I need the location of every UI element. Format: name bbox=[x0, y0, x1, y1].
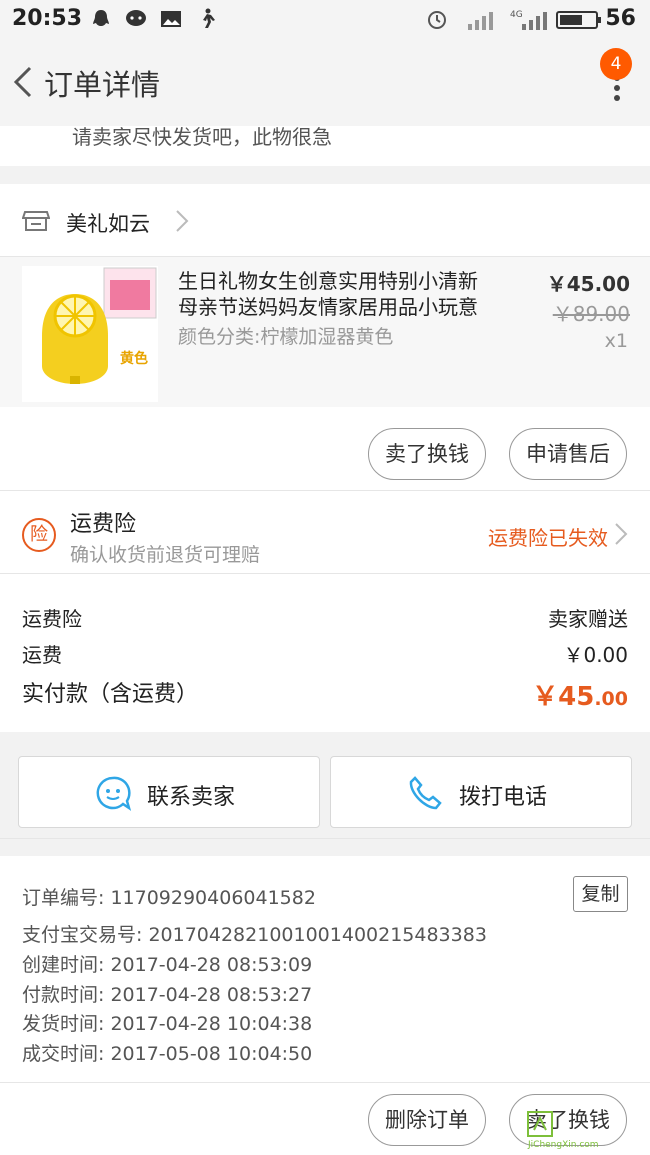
summary-value-insurance: 卖家赠送 bbox=[548, 607, 628, 631]
delete-order-button[interactable]: 删除订单 bbox=[368, 1094, 486, 1146]
product-image[interactable]: 黄色 bbox=[22, 266, 158, 402]
watermark-text: JiChengXin.com bbox=[528, 1140, 599, 1150]
product-title-line-2: 母亲节送妈妈友情家居用品小玩意 bbox=[178, 295, 478, 319]
qq-icon bbox=[93, 10, 109, 26]
product-quantity: x1 bbox=[604, 330, 628, 352]
shop-icon bbox=[22, 211, 50, 231]
phone-icon bbox=[409, 776, 442, 810]
completed-time: 成交时间: 2017-05-08 10:04:50 bbox=[22, 1043, 313, 1065]
total-label: 实付款（含运费） bbox=[22, 682, 199, 707]
insurance-icon: 险 bbox=[22, 518, 56, 552]
summary-label-shipping: 运费 bbox=[22, 643, 62, 667]
alarm-icon bbox=[428, 11, 446, 29]
sell-swap-button[interactable]: 卖了换钱 bbox=[368, 428, 486, 480]
call-label: 拨打电话 bbox=[459, 785, 548, 810]
copy-button[interactable]: 复制 bbox=[573, 876, 628, 912]
battery-level: 56 bbox=[605, 6, 636, 31]
signal-icon bbox=[468, 12, 493, 30]
alipay-trade-number: 支付宝交易号: 2017042821001001400215483383 bbox=[22, 924, 487, 946]
contact-seller-label: 联系卖家 bbox=[147, 785, 236, 810]
after-sale-button[interactable]: 申请售后 bbox=[509, 428, 627, 480]
chevron-right-icon[interactable] bbox=[614, 522, 628, 546]
buyer-message: 请卖家尽快发货吧，此物很急 bbox=[72, 125, 332, 149]
contact-seller-button[interactable]: 联系卖家 bbox=[18, 756, 320, 828]
battery-icon bbox=[556, 11, 601, 29]
summary-label-insurance: 运费险 bbox=[22, 607, 82, 631]
shipped-time: 发货时间: 2017-04-28 10:04:38 bbox=[22, 1013, 313, 1035]
total-amount: ￥45.00 bbox=[532, 676, 628, 713]
summary-value-shipping: ￥0.00 bbox=[563, 643, 628, 667]
insurance-status[interactable]: 运费险已失效 bbox=[488, 522, 608, 551]
product-image-label: 黄色 bbox=[120, 351, 148, 367]
wechat-icon bbox=[126, 10, 146, 26]
back-arrow-icon[interactable] bbox=[8, 62, 38, 102]
call-button[interactable]: 拨打电话 bbox=[330, 756, 632, 828]
svg-text:4G: 4G bbox=[510, 10, 523, 20]
total-amount-integer: ￥45 bbox=[532, 682, 595, 712]
divider bbox=[0, 490, 650, 491]
chat-bubble-icon bbox=[96, 776, 131, 811]
product-spec: 颜色分类:柠檬加湿器黄色 bbox=[178, 326, 394, 348]
notification-badge[interactable]: 4 bbox=[600, 48, 632, 80]
insurance-title: 运费险 bbox=[70, 512, 137, 537]
total-amount-decimal: .00 bbox=[594, 688, 628, 710]
humidifier-image-icon bbox=[22, 266, 158, 402]
product-title-line-1: 生日礼物女生创意实用特别小清新 bbox=[178, 269, 478, 293]
product-price: ￥45.00 bbox=[546, 272, 630, 296]
app-header: 订单详情 4 bbox=[0, 40, 650, 126]
4g-signal-icon: 4G bbox=[510, 10, 547, 30]
status-time: 20:53 bbox=[12, 6, 83, 31]
insurance-subtitle: 确认收货前退货可理赔 bbox=[70, 544, 261, 566]
product-original-price: ￥89.00 bbox=[552, 302, 630, 326]
divider bbox=[0, 838, 650, 839]
page-title: 订单详情 bbox=[44, 68, 161, 102]
walking-icon bbox=[203, 8, 215, 28]
watermark: JiChengXin.com bbox=[526, 1108, 644, 1150]
watermark-logo-icon bbox=[527, 1111, 553, 1137]
shop-name[interactable]: 美礼如云 bbox=[66, 208, 150, 238]
chevron-right-icon[interactable] bbox=[174, 208, 190, 234]
product-title[interactable]: 生日礼物女生创意实用特别小清新 母亲节送妈妈友情家居用品小玩意 bbox=[178, 268, 518, 320]
created-time: 创建时间: 2017-04-28 08:53:09 bbox=[22, 954, 313, 976]
status-bar: 20:53 4G 56 bbox=[0, 0, 650, 40]
order-number: 订单编号: 11709290406041582 bbox=[22, 887, 316, 909]
gallery-icon bbox=[161, 11, 181, 27]
paid-time: 付款时间: 2017-04-28 08:53:27 bbox=[22, 984, 313, 1006]
